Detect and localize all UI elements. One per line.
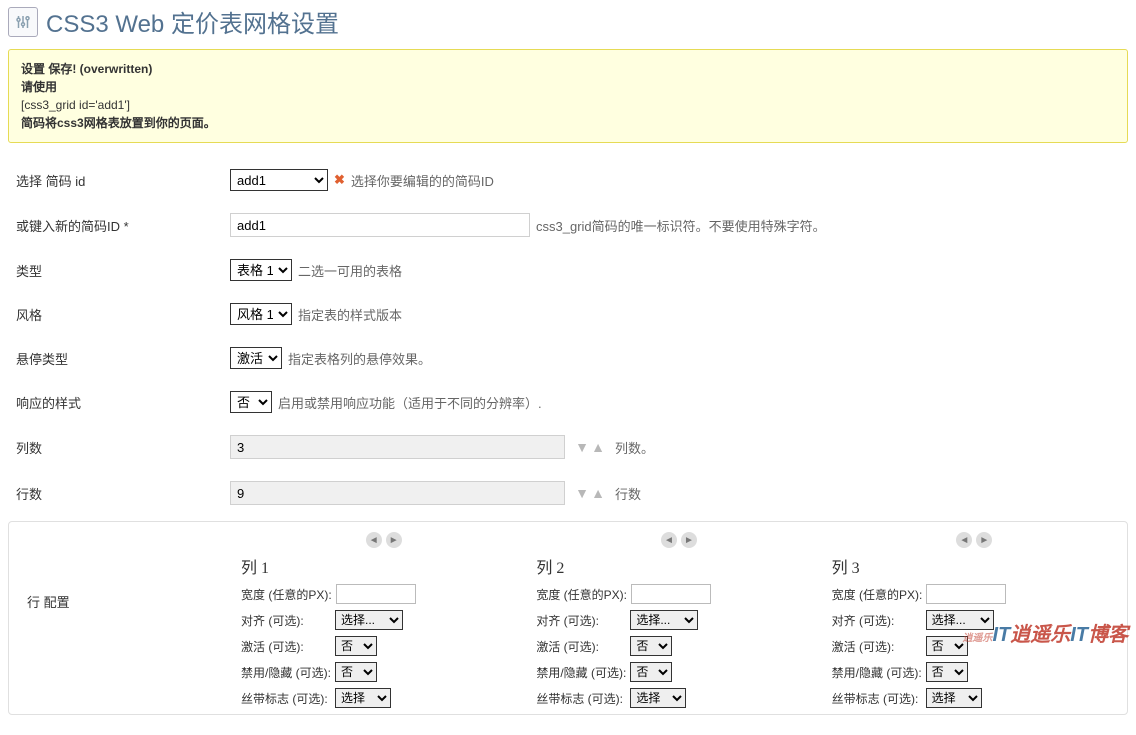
label-disable: 禁用/隐藏 (可选): — [832, 664, 922, 681]
label-style: 风格 — [8, 305, 230, 324]
label-active: 激活 (可选): — [241, 638, 331, 655]
select-col-ribbon[interactable]: 选择 — [630, 688, 686, 708]
notice-shortcode: [css3_grid id='add1'] — [21, 96, 1115, 114]
label-rows: 行数 — [8, 484, 230, 503]
col-prev-icon[interactable]: ◄ — [661, 532, 677, 548]
select-shortcode-id[interactable]: add1 — [230, 169, 328, 191]
label-cols: 列数 — [8, 438, 230, 457]
label-ribbon: 丝带标志 (可选): — [832, 690, 922, 707]
notice-use: 请使用 — [21, 80, 57, 94]
input-col-width[interactable] — [926, 584, 1006, 604]
select-col-ribbon[interactable]: 选择 — [926, 688, 982, 708]
select-col-disable[interactable]: 否 — [630, 662, 672, 682]
select-col-align[interactable]: 选择... — [335, 610, 403, 630]
hint-responsive: 启用或禁用响应功能（适用于不同的分辨率）. — [278, 393, 542, 412]
select-col-active[interactable]: 否 — [335, 636, 377, 656]
notice-saved: 设置 保存! (overwritten) — [21, 62, 152, 76]
label-disable: 禁用/隐藏 (可选): — [241, 664, 331, 681]
hint-style: 指定表的样式版本 — [298, 305, 402, 324]
hint-hover: 指定表格列的悬停效果。 — [288, 349, 431, 368]
cols-up-icon[interactable]: ▲ — [591, 440, 605, 454]
label-ribbon: 丝带标志 (可选): — [241, 690, 331, 707]
label-align: 对齐 (可选): — [832, 612, 922, 629]
label-disable: 禁用/隐藏 (可选): — [536, 664, 626, 681]
label-hover: 悬停类型 — [8, 349, 230, 368]
input-new-id[interactable] — [230, 213, 530, 237]
hint-rows: 行数 — [615, 484, 641, 503]
input-col-width[interactable] — [631, 584, 711, 604]
column-config: ◄ ► 列 2 宽度 (任意的PX): 对齐 (可选): 选择... 激活 (可… — [536, 532, 821, 714]
col-title: 列 3 — [832, 554, 1117, 578]
delete-icon[interactable]: ✖ — [334, 172, 345, 188]
col-prev-icon[interactable]: ◄ — [956, 532, 972, 548]
label-active: 激活 (可选): — [536, 638, 626, 655]
hint-new-id: css3_grid简码的唯一标识符。不要使用特殊字符。 — [536, 216, 826, 235]
select-col-align[interactable]: 选择... — [926, 610, 994, 630]
label-active: 激活 (可选): — [832, 638, 922, 655]
label-align: 对齐 (可选): — [241, 612, 331, 629]
label-width: 宽度 (任意的PX): — [832, 586, 923, 603]
hint-select-id: 选择你要编辑的的简码ID — [351, 171, 494, 190]
label-new-id: 或键入新的简码ID * — [8, 216, 230, 235]
page-header: CSS3 Web 定价表网格设置 — [8, 0, 1128, 49]
notice-desc: 简码将css3网格表放置到你的页面。 — [21, 116, 216, 130]
select-col-active[interactable]: 否 — [630, 636, 672, 656]
label-type: 类型 — [8, 261, 230, 280]
settings-sliders-icon — [8, 7, 38, 37]
label-ribbon: 丝带标志 (可选): — [536, 690, 626, 707]
page-title: CSS3 Web 定价表网格设置 — [46, 4, 339, 39]
select-col-ribbon[interactable]: 选择 — [335, 688, 391, 708]
input-rows[interactable] — [230, 481, 565, 505]
label-align: 对齐 (可选): — [536, 612, 626, 629]
col-title: 列 1 — [241, 554, 526, 578]
rows-down-icon[interactable]: ▼ — [575, 486, 589, 500]
select-type[interactable]: 表格 1 — [230, 259, 292, 281]
col-next-icon[interactable]: ► — [386, 532, 402, 548]
select-col-align[interactable]: 选择... — [630, 610, 698, 630]
label-width: 宽度 (任意的PX): — [536, 586, 627, 603]
cols-down-icon[interactable]: ▼ — [575, 440, 589, 454]
column-config: ◄ ► 列 1 宽度 (任意的PX): 对齐 (可选): 选择... 激活 (可… — [241, 532, 526, 714]
select-hover[interactable]: 激活 — [230, 347, 282, 369]
input-cols[interactable] — [230, 435, 565, 459]
col-title: 列 2 — [536, 554, 821, 578]
hint-type: 二选一可用的表格 — [298, 261, 402, 280]
select-col-active[interactable]: 否 — [926, 636, 968, 656]
select-style[interactable]: 风格 1 — [230, 303, 292, 325]
label-select-id: 选择 简码 id — [8, 171, 230, 190]
select-responsive[interactable]: 否 — [230, 391, 272, 413]
select-col-disable[interactable]: 否 — [926, 662, 968, 682]
notice-box: 设置 保存! (overwritten) 请使用 [css3_grid id='… — [8, 49, 1128, 143]
label-width: 宽度 (任意的PX): — [241, 586, 332, 603]
input-col-width[interactable] — [336, 584, 416, 604]
col-next-icon[interactable]: ► — [976, 532, 992, 548]
col-prev-icon[interactable]: ◄ — [366, 532, 382, 548]
row-config-box: 行 配置 ◄ ► 列 1 宽度 (任意的PX): 对齐 (可选): 选择... … — [8, 521, 1128, 715]
label-responsive: 响应的样式 — [8, 393, 230, 412]
rows-up-icon[interactable]: ▲ — [591, 486, 605, 500]
col-next-icon[interactable]: ► — [681, 532, 697, 548]
select-col-disable[interactable]: 否 — [335, 662, 377, 682]
column-config: ◄ ► 列 3 宽度 (任意的PX): 对齐 (可选): 选择... 激活 (可… — [832, 532, 1117, 714]
label-row-config: 行 配置 — [19, 532, 241, 714]
hint-cols: 列数。 — [615, 438, 654, 457]
